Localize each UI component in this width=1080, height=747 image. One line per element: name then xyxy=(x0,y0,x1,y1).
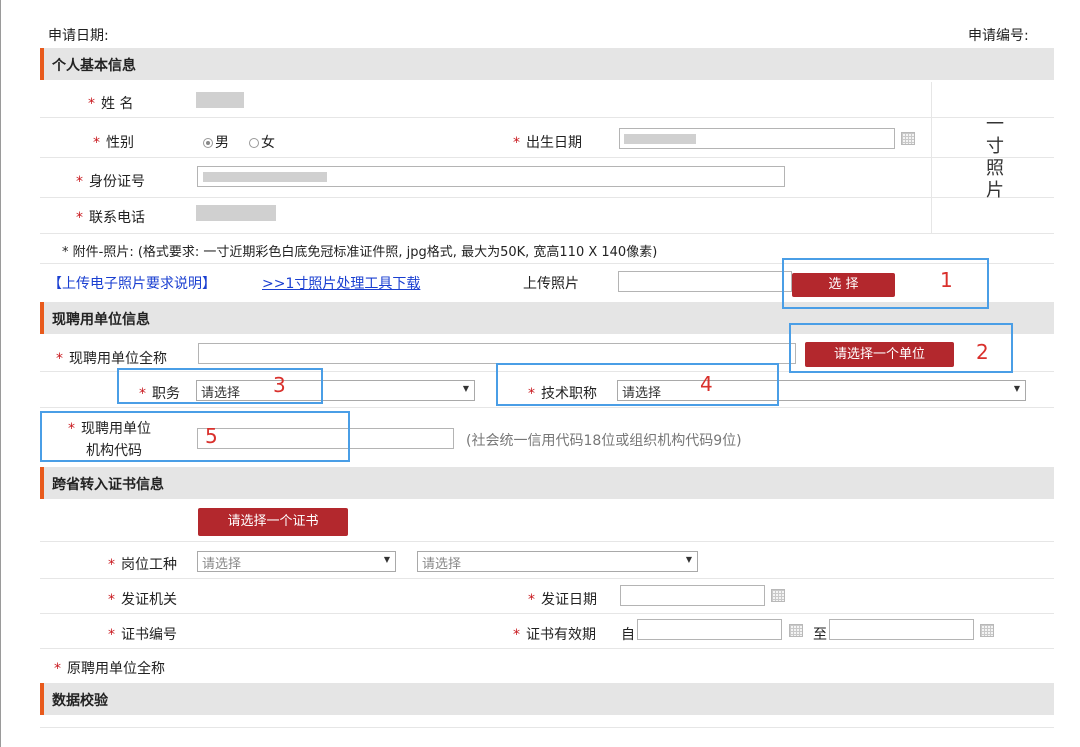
validity-label: * 证书有效期 xyxy=(513,627,596,643)
orgcode-hint: (社会统一信用代码18位或组织机构代码9位) xyxy=(466,433,742,449)
annotation-number-1: 1 xyxy=(940,268,953,292)
row-divider xyxy=(40,727,1054,728)
annotation-box-5 xyxy=(40,411,350,462)
section-accent-bar xyxy=(40,683,44,715)
upload-photo-label: 上传照片 xyxy=(523,276,579,292)
section-title: 跨省转入证书信息 xyxy=(52,477,164,493)
annotation-box-1 xyxy=(782,258,989,309)
calendar-icon[interactable] xyxy=(789,624,803,637)
validity-from-label: 自 xyxy=(621,627,635,643)
row-divider xyxy=(40,117,1054,118)
annotation-number-4: 4 xyxy=(700,372,713,396)
post-select-1[interactable]: 请选择 ▼ xyxy=(197,551,396,572)
id-number-label: * 身份证号 xyxy=(76,174,145,190)
post-label: * 岗位工种 xyxy=(108,557,177,573)
birth-date-label: * 出生日期 xyxy=(513,135,582,151)
apply-date-label: 申请日期: xyxy=(48,28,109,44)
row-divider xyxy=(40,157,1054,158)
annotation-box-3 xyxy=(117,368,323,404)
row-divider xyxy=(40,613,1054,614)
photo-tool-download-link[interactable]: >>1寸照片处理工具下载 xyxy=(262,273,420,293)
validity-to-label: 至 xyxy=(813,627,827,643)
section-accent-bar xyxy=(40,48,44,80)
row-divider xyxy=(40,541,1054,542)
row-divider xyxy=(40,197,1054,198)
upload-photo-input[interactable] xyxy=(618,271,792,292)
annotation-number-2: 2 xyxy=(976,340,989,364)
dropdown-arrow-icon: ▼ xyxy=(383,555,390,564)
cert-no-label: * 证书编号 xyxy=(108,627,177,643)
birth-date-redacted xyxy=(624,134,696,144)
radio-icon-checked xyxy=(203,138,213,148)
name-value-redacted xyxy=(196,92,244,108)
calendar-icon[interactable] xyxy=(771,589,785,602)
issuer-label: * 发证机关 xyxy=(108,592,177,608)
phone-label: * 联系电话 xyxy=(76,210,145,226)
section-title: 数据校验 xyxy=(52,693,108,709)
calendar-icon[interactable] xyxy=(901,132,915,145)
issue-date-label: * 发证日期 xyxy=(528,592,597,608)
photo-requirements-link[interactable]: 【上传电子照片要求说明】 xyxy=(48,273,216,293)
dropdown-arrow-icon: ▼ xyxy=(462,384,469,393)
section-title: 现聘用单位信息 xyxy=(52,312,150,328)
gender-radio-male[interactable]: 男 xyxy=(203,132,229,152)
employer-fullname-label: * 现聘用单位全称 xyxy=(56,351,167,367)
select-cert-button[interactable]: 请选择一个证书 xyxy=(198,508,348,536)
dropdown-arrow-icon: ▼ xyxy=(685,555,692,564)
apply-no-label: 申请编号: xyxy=(968,28,1029,44)
section-accent-bar xyxy=(40,467,44,499)
orig-employer-label: * 原聘用单位全称 xyxy=(54,661,165,677)
section-cert: 跨省转入证书信息 xyxy=(40,467,1054,499)
section-verify: 数据校验 xyxy=(40,683,1054,715)
post-select-2[interactable]: 请选择 ▼ xyxy=(417,551,698,572)
gender-label: * 性别 xyxy=(93,135,134,151)
annotation-number-3: 3 xyxy=(273,373,286,397)
issue-date-input[interactable] xyxy=(620,585,765,606)
row-divider xyxy=(40,407,1054,408)
dropdown-arrow-icon: ▼ xyxy=(1013,384,1020,393)
attachment-note: * 附件-照片: (格式要求: 一寸近期彩色白底免冠标准证件照, jpg格式, … xyxy=(62,245,658,260)
section-title: 个人基本信息 xyxy=(52,58,136,74)
page-left-border xyxy=(0,0,1,747)
annotation-number-5: 5 xyxy=(205,424,218,448)
phone-value-redacted xyxy=(196,205,276,221)
calendar-icon[interactable] xyxy=(980,624,994,637)
section-personal: 个人基本信息 xyxy=(40,48,1054,80)
annotation-box-4 xyxy=(496,363,779,406)
photo-placeholder: 一寸照片 xyxy=(986,114,1004,201)
radio-icon xyxy=(249,138,259,148)
section-accent-bar xyxy=(40,302,44,334)
validity-to-input[interactable] xyxy=(829,619,974,640)
row-divider xyxy=(40,648,1054,649)
id-number-redacted xyxy=(203,172,327,182)
row-divider xyxy=(40,578,1054,579)
row-divider xyxy=(40,233,1054,234)
name-label: * 姓 名 xyxy=(88,96,134,112)
employer-fullname-input[interactable] xyxy=(198,343,796,364)
validity-from-input[interactable] xyxy=(637,619,782,640)
gender-radio-female[interactable]: 女 xyxy=(249,132,275,152)
